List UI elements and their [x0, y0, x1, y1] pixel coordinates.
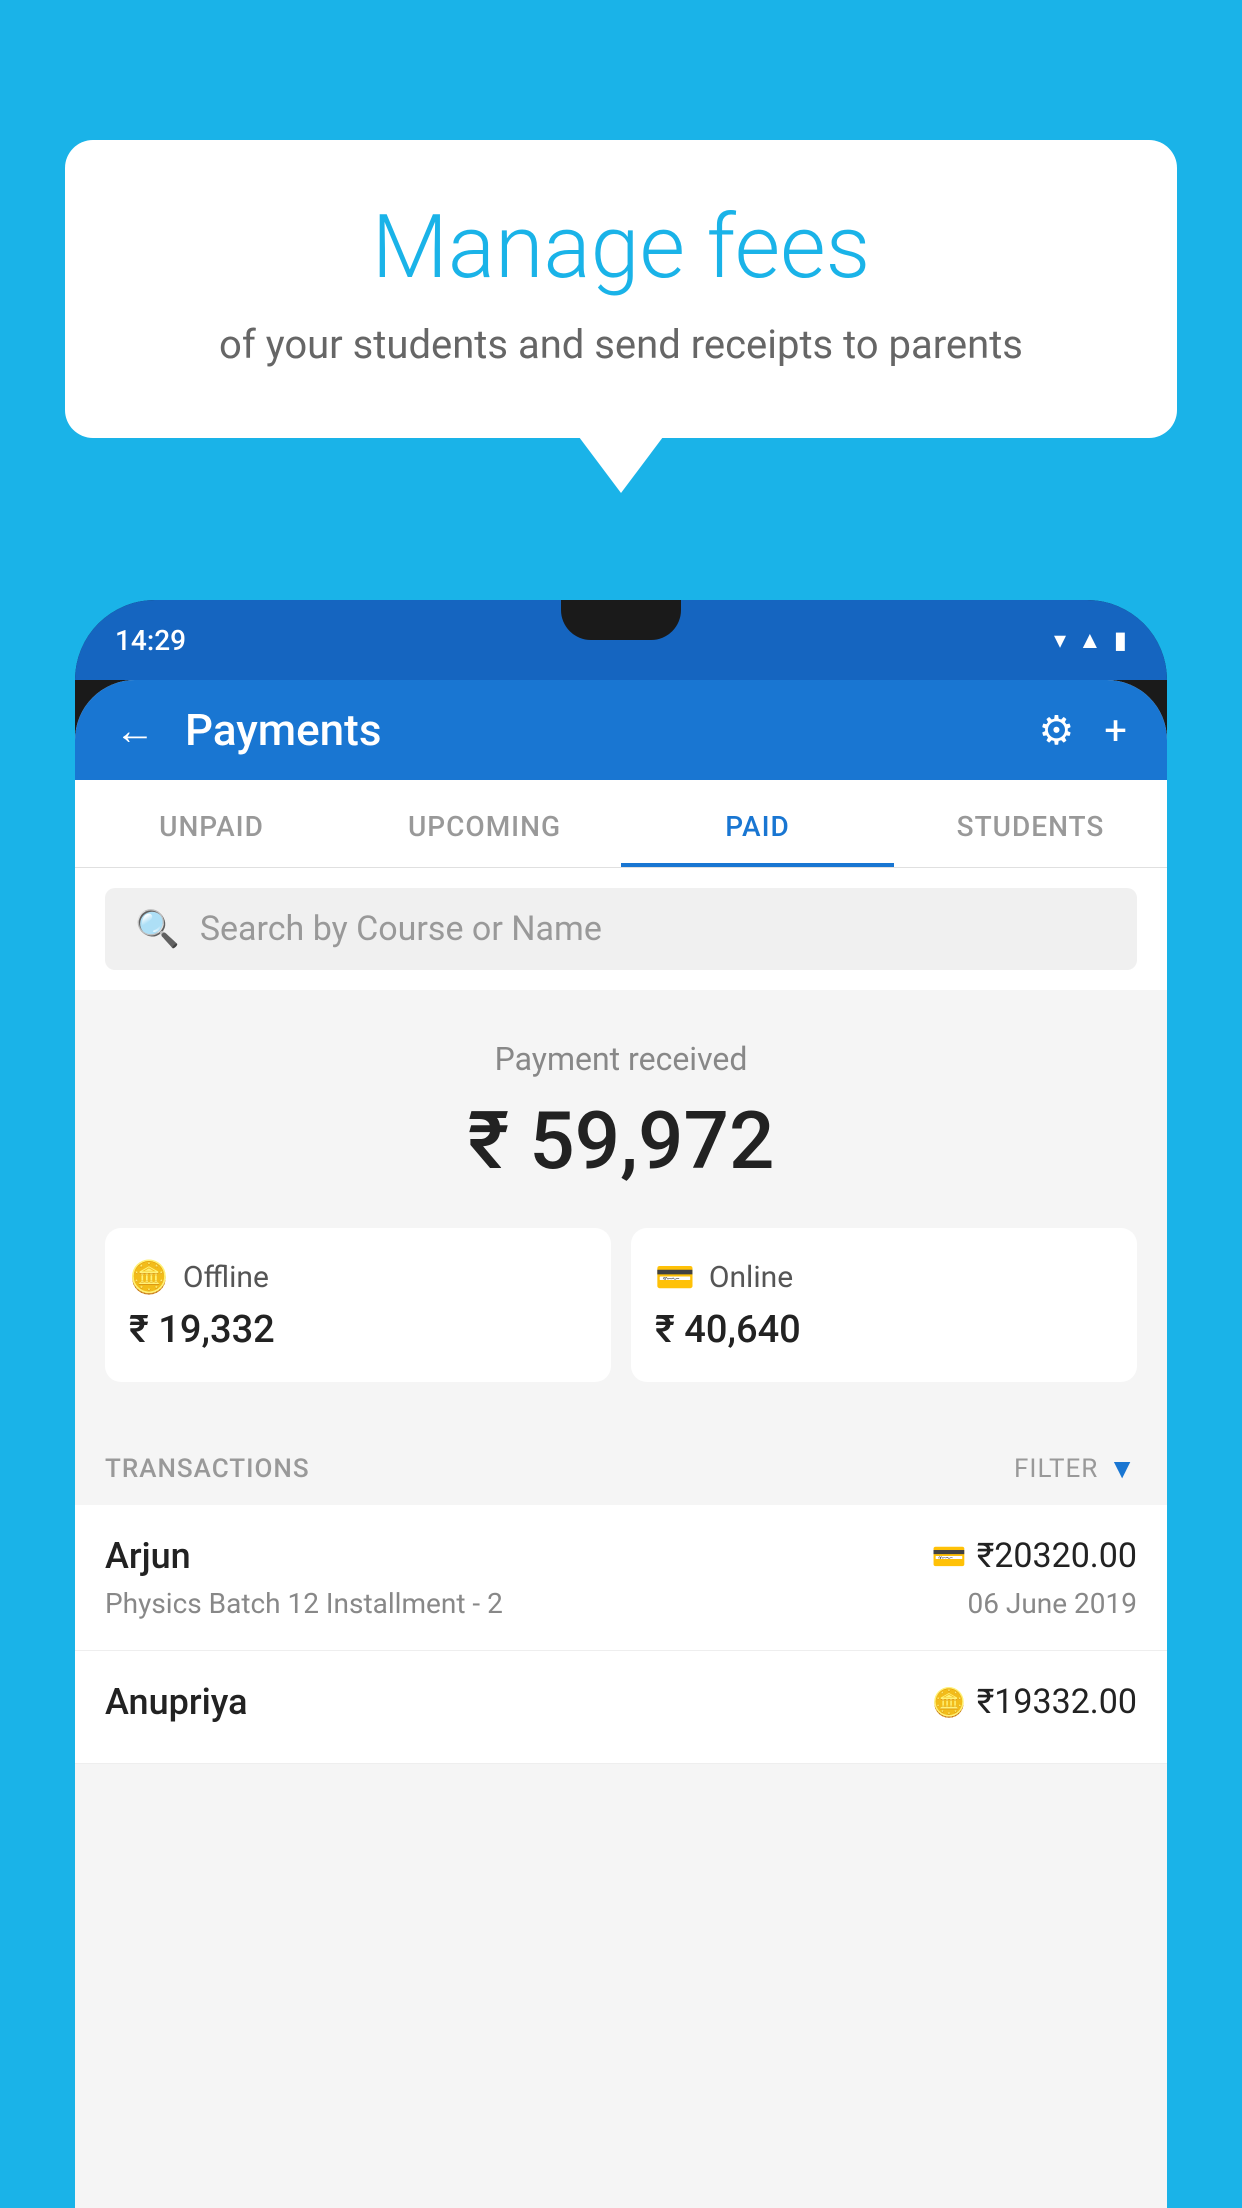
- payment-total-amount: ₹ 59,972: [105, 1094, 1137, 1188]
- transaction-bottom: Physics Batch 12 Installment - 2 06 June…: [105, 1587, 1137, 1620]
- signal-icon: ▲: [1078, 626, 1102, 655]
- status-time: 14:29: [115, 624, 186, 657]
- phone-frame: 14:29 ▾ ▲ ▮ ← Payments ⚙ + UNPAID UPCOMI…: [75, 600, 1167, 2208]
- search-icon: 🔍: [135, 908, 180, 950]
- add-button[interactable]: +: [1104, 707, 1127, 754]
- payment-cards: 🪙 Offline ₹ 19,332 💳 Online ₹ 40,640: [105, 1228, 1137, 1382]
- transaction-amount-wrap: 🪙 ₹19332.00: [932, 1682, 1137, 1722]
- transaction-description: Physics Batch 12 Installment - 2: [105, 1587, 503, 1620]
- search-bar[interactable]: 🔍 Search by Course or Name: [105, 888, 1137, 970]
- back-button[interactable]: ←: [115, 707, 155, 754]
- filter-button[interactable]: FILTER ▼: [1014, 1452, 1137, 1485]
- transaction-amount: ₹19332.00: [977, 1682, 1137, 1722]
- phone-notch: [561, 600, 681, 640]
- online-label: Online: [709, 1260, 793, 1295]
- bubble-subtitle: of your students and send receipts to pa…: [115, 321, 1127, 368]
- tab-upcoming[interactable]: UPCOMING: [348, 780, 621, 867]
- phone-inner: ← Payments ⚙ + UNPAID UPCOMING PAID STUD…: [75, 680, 1167, 2208]
- search-input[interactable]: Search by Course or Name: [200, 909, 602, 949]
- wifi-icon: ▾: [1054, 626, 1066, 654]
- speech-bubble-container: Manage fees of your students and send re…: [65, 140, 1177, 438]
- transaction-row[interactable]: Anupriya 🪙 ₹19332.00: [75, 1651, 1167, 1764]
- battery-icon: ▮: [1114, 626, 1127, 654]
- speech-bubble: Manage fees of your students and send re…: [65, 140, 1177, 438]
- status-bar: 14:29 ▾ ▲ ▮: [75, 600, 1167, 680]
- transactions-header: TRANSACTIONS FILTER ▼: [75, 1422, 1167, 1505]
- transaction-top: Anupriya 🪙 ₹19332.00: [105, 1681, 1137, 1723]
- transaction-amount: ₹20320.00: [977, 1536, 1137, 1576]
- offline-icon: 🪙: [129, 1258, 169, 1296]
- online-card: 💳 Online ₹ 40,640: [631, 1228, 1137, 1382]
- transaction-top: Arjun 💳 ₹20320.00: [105, 1535, 1137, 1577]
- online-card-header: 💳 Online: [655, 1258, 1113, 1296]
- transaction-row[interactable]: Arjun 💳 ₹20320.00 Physics Batch 12 Insta…: [75, 1505, 1167, 1651]
- bubble-title: Manage fees: [115, 200, 1127, 297]
- offline-amount: ₹ 19,332: [129, 1308, 587, 1352]
- tab-unpaid[interactable]: UNPAID: [75, 780, 348, 867]
- filter-label: FILTER: [1014, 1454, 1098, 1484]
- app-header: ← Payments ⚙ +: [75, 680, 1167, 780]
- settings-button[interactable]: ⚙: [1038, 707, 1074, 754]
- transaction-date: 06 June 2019: [967, 1587, 1137, 1620]
- transaction-amount-wrap: 💳 ₹20320.00: [932, 1536, 1137, 1576]
- header-title: Payments: [185, 704, 1038, 756]
- offline-label: Offline: [183, 1260, 269, 1295]
- payment-received-label: Payment received: [105, 1040, 1137, 1078]
- transaction-card-icon: 💳: [932, 1540, 967, 1573]
- transactions-label: TRANSACTIONS: [105, 1454, 310, 1484]
- tab-students[interactable]: STUDENTS: [894, 780, 1167, 867]
- payment-summary: Payment received ₹ 59,972 🪙 Offline ₹ 19…: [75, 990, 1167, 1422]
- offline-card: 🪙 Offline ₹ 19,332: [105, 1228, 611, 1382]
- tab-paid[interactable]: PAID: [621, 780, 894, 867]
- transaction-name: Anupriya: [105, 1681, 248, 1723]
- filter-icon: ▼: [1108, 1452, 1137, 1485]
- header-actions: ⚙ +: [1038, 707, 1127, 754]
- transaction-cash-icon: 🪙: [932, 1686, 967, 1719]
- online-amount: ₹ 40,640: [655, 1308, 1113, 1352]
- transaction-name: Arjun: [105, 1535, 191, 1577]
- search-container: 🔍 Search by Course or Name: [75, 868, 1167, 990]
- offline-card-header: 🪙 Offline: [129, 1258, 587, 1296]
- tabs-bar: UNPAID UPCOMING PAID STUDENTS: [75, 780, 1167, 868]
- status-icons: ▾ ▲ ▮: [1054, 626, 1127, 655]
- online-icon: 💳: [655, 1258, 695, 1296]
